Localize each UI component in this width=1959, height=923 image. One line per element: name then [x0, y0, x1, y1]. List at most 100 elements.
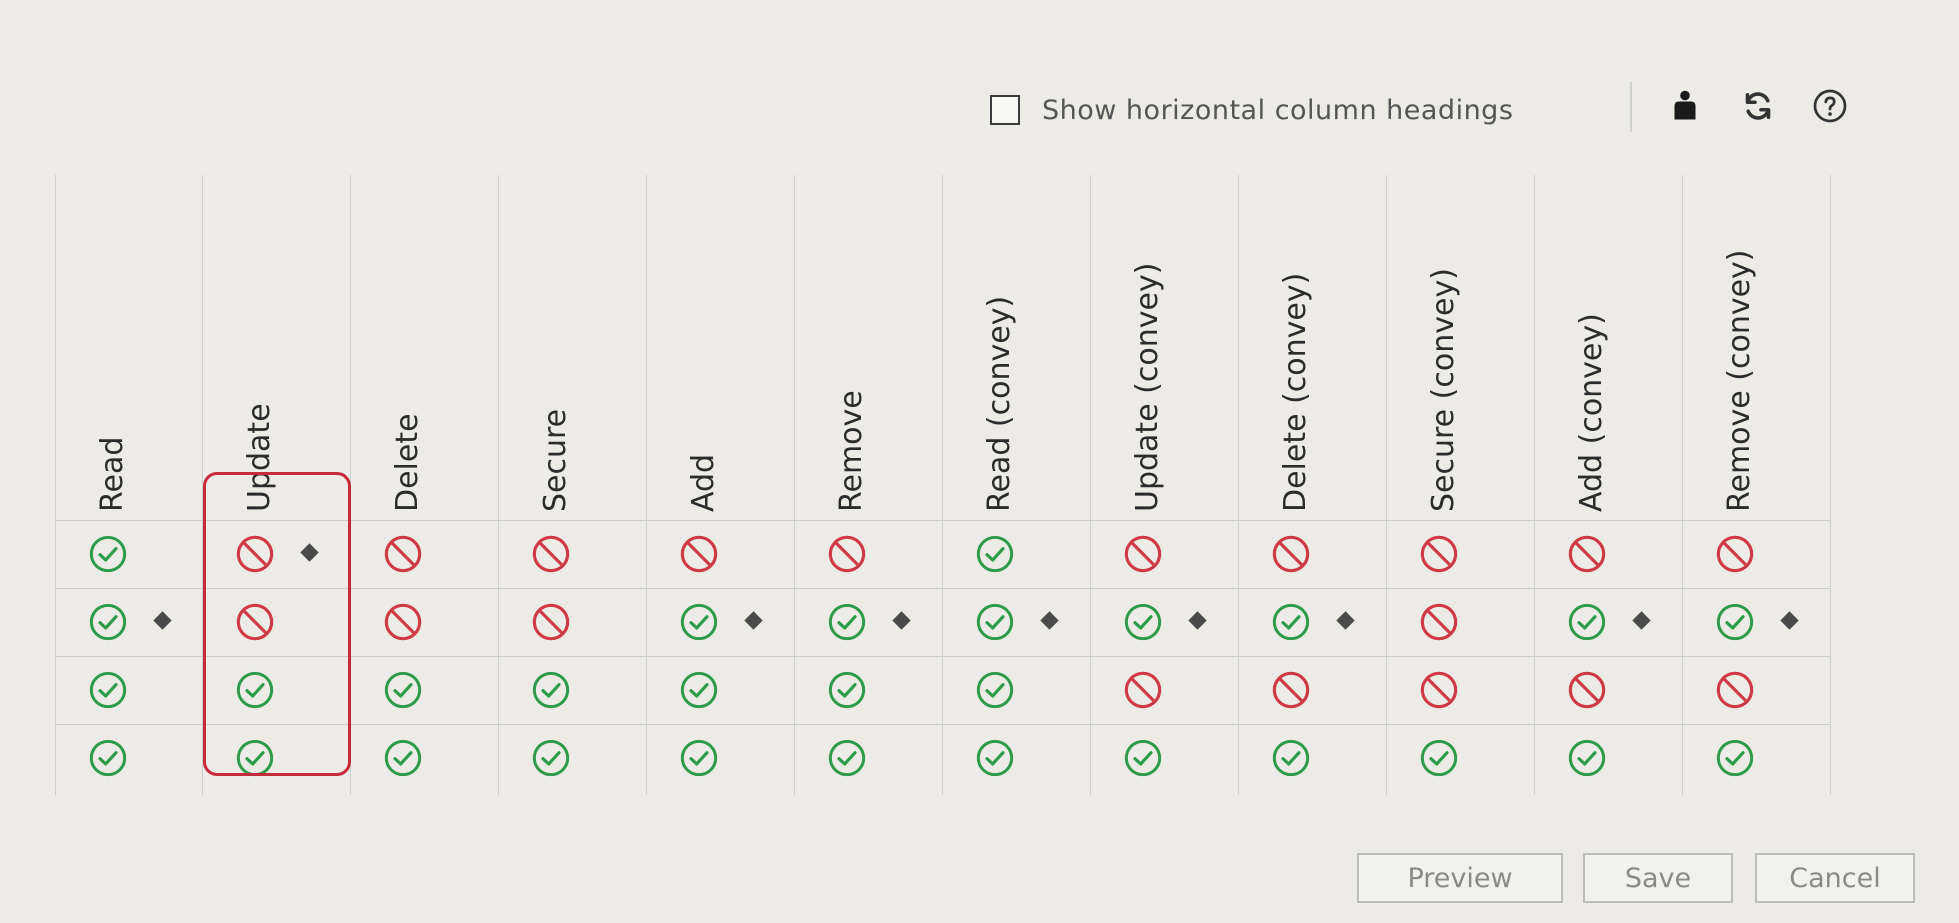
- permission-cell[interactable]: [1535, 724, 1683, 792]
- column-header[interactable]: Update (convey): [1091, 175, 1239, 520]
- permission-cell[interactable]: [1091, 724, 1239, 792]
- allow-check-icon: [975, 738, 1015, 778]
- allow-check-icon: [88, 534, 128, 574]
- inherited-diamond-icon: [1632, 611, 1651, 630]
- permission-cell[interactable]: [795, 724, 943, 792]
- column-header[interactable]: Read (convey): [943, 175, 1091, 520]
- permission-cell[interactable]: [1387, 724, 1535, 792]
- permission-cell[interactable]: [203, 656, 351, 724]
- permission-cell[interactable]: [351, 724, 499, 792]
- permission-cell[interactable]: [647, 724, 795, 792]
- column-header-label: Remove (convey): [1722, 249, 1757, 512]
- person-icon[interactable]: [1665, 86, 1705, 126]
- permission-cell[interactable]: [1683, 588, 1831, 656]
- permission-cell[interactable]: [943, 520, 1091, 588]
- column-header[interactable]: Delete (convey): [1239, 175, 1387, 520]
- permission-cell[interactable]: [943, 656, 1091, 724]
- preview-button[interactable]: Preview: [1357, 853, 1563, 903]
- permission-cell[interactable]: [1535, 588, 1683, 656]
- permission-cell[interactable]: [795, 656, 943, 724]
- permission-cell[interactable]: [1091, 520, 1239, 588]
- help-icon[interactable]: [1810, 86, 1850, 126]
- allow-check-icon: [531, 670, 571, 710]
- permission-cell[interactable]: [56, 520, 204, 588]
- permission-cell[interactable]: [647, 520, 795, 588]
- allow-check-icon: [975, 602, 1015, 642]
- permission-cell[interactable]: [1683, 656, 1831, 724]
- permission-column: Add: [647, 175, 795, 795]
- column-header[interactable]: Remove (convey): [1683, 175, 1831, 520]
- column-header-label: Add (convey): [1574, 313, 1609, 512]
- allow-check-icon: [1123, 738, 1163, 778]
- refresh-icon[interactable]: [1738, 86, 1778, 126]
- deny-icon: [679, 534, 719, 574]
- permission-cell[interactable]: [499, 588, 647, 656]
- permission-cell[interactable]: [1239, 656, 1387, 724]
- permission-cell[interactable]: [1683, 724, 1831, 792]
- deny-icon: [1271, 670, 1311, 710]
- permission-cell[interactable]: [351, 656, 499, 724]
- permission-cell[interactable]: [1387, 520, 1535, 588]
- show-horizontal-option[interactable]: Show horizontal column headings: [990, 90, 1513, 130]
- permissions-grid: Read Update Delete Secure Add Remove Read (con…: [55, 175, 1880, 795]
- column-header-label: Delete (convey): [1278, 272, 1313, 512]
- permission-cell[interactable]: [647, 588, 795, 656]
- deny-icon: [1567, 534, 1607, 574]
- permission-cell[interactable]: [795, 588, 943, 656]
- column-header[interactable]: Remove: [795, 175, 943, 520]
- permission-cell[interactable]: [203, 588, 351, 656]
- permission-cell[interactable]: [499, 656, 647, 724]
- column-header[interactable]: Add: [647, 175, 795, 520]
- permission-cell[interactable]: [1239, 724, 1387, 792]
- permission-cell[interactable]: [1535, 656, 1683, 724]
- save-button[interactable]: Save: [1583, 853, 1733, 903]
- permission-cell[interactable]: [203, 724, 351, 792]
- inherited-diamond-icon: [1040, 611, 1059, 630]
- allow-check-icon: [827, 602, 867, 642]
- permission-cell[interactable]: [1683, 520, 1831, 588]
- column-header[interactable]: Secure: [499, 175, 647, 520]
- column-header-label: Read: [95, 436, 130, 512]
- column-header-label: Secure: [538, 408, 573, 512]
- deny-icon: [1123, 534, 1163, 574]
- permission-cell[interactable]: [499, 724, 647, 792]
- deny-icon: [1567, 670, 1607, 710]
- cancel-button[interactable]: Cancel: [1755, 853, 1915, 903]
- permission-cell[interactable]: [1239, 588, 1387, 656]
- permission-cell[interactable]: [56, 656, 204, 724]
- show-horizontal-checkbox[interactable]: [990, 95, 1020, 125]
- column-header[interactable]: Read: [56, 175, 204, 520]
- permission-cell[interactable]: [1091, 656, 1239, 724]
- permission-cell[interactable]: [1535, 520, 1683, 588]
- deny-icon: [1271, 534, 1311, 574]
- permission-column: Remove: [795, 175, 943, 795]
- allow-check-icon: [1715, 602, 1755, 642]
- column-header[interactable]: Add (convey): [1535, 175, 1683, 520]
- permission-cell[interactable]: [351, 520, 499, 588]
- permission-cell[interactable]: [1387, 656, 1535, 724]
- deny-icon: [1419, 534, 1459, 574]
- column-header[interactable]: Secure (convey): [1387, 175, 1535, 520]
- permission-cell[interactable]: [351, 588, 499, 656]
- allow-check-icon: [235, 670, 275, 710]
- deny-icon: [383, 534, 423, 574]
- allow-check-icon: [827, 738, 867, 778]
- column-header[interactable]: Update: [203, 175, 351, 520]
- permission-cell[interactable]: [1239, 520, 1387, 588]
- permission-cell[interactable]: [56, 588, 204, 656]
- permission-cell[interactable]: [795, 520, 943, 588]
- permission-column: Read (convey): [943, 175, 1091, 795]
- permission-cell[interactable]: [1387, 588, 1535, 656]
- permission-cell[interactable]: [56, 724, 204, 792]
- permission-cell[interactable]: [499, 520, 647, 588]
- deny-icon: [1419, 670, 1459, 710]
- permission-cell[interactable]: [943, 724, 1091, 792]
- permission-cell[interactable]: [943, 588, 1091, 656]
- permission-cell[interactable]: [203, 520, 351, 588]
- deny-icon: [1715, 534, 1755, 574]
- permission-cell[interactable]: [1091, 588, 1239, 656]
- allow-check-icon: [88, 670, 128, 710]
- permission-cell[interactable]: [647, 656, 795, 724]
- inherited-diamond-icon: [1188, 611, 1207, 630]
- column-header[interactable]: Delete: [351, 175, 499, 520]
